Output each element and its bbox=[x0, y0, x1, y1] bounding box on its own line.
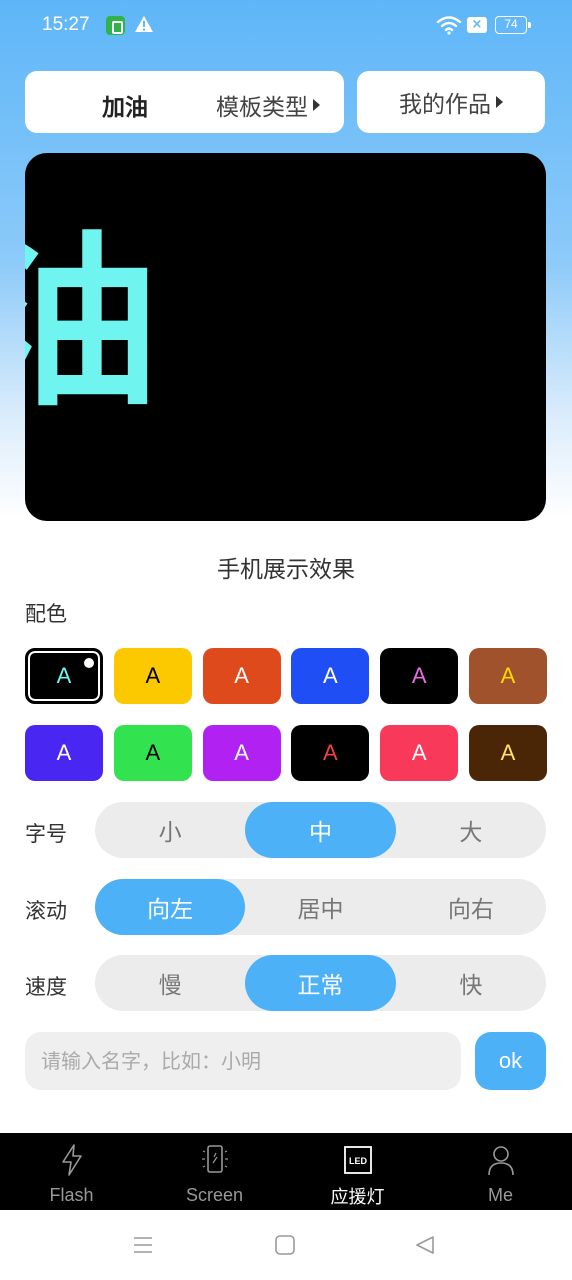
color-swatch[interactable]: A bbox=[291, 648, 370, 704]
person-icon bbox=[487, 1146, 514, 1176]
template-type-label: 模板类型 bbox=[216, 95, 308, 121]
swatch-letter: A bbox=[145, 740, 161, 765]
my-works-label: 我的作品 bbox=[399, 92, 491, 118]
phone-screen-icon bbox=[201, 1145, 228, 1173]
color-swatch[interactable]: A bbox=[380, 648, 459, 704]
nav-label-flash: Flash bbox=[49, 1185, 94, 1205]
swatch-letter: A bbox=[234, 740, 249, 765]
status-time: 15:27 bbox=[42, 14, 90, 35]
wifi-icon bbox=[436, 16, 462, 35]
led-icon-text: LED bbox=[349, 1156, 368, 1166]
scroll-option[interactable]: 向右 bbox=[396, 879, 546, 935]
swatch-letter: A bbox=[323, 740, 338, 765]
swatch-letter: A bbox=[411, 740, 427, 765]
nav-item-screen[interactable]: Screen bbox=[143, 1133, 286, 1210]
font-size-option[interactable]: 大 bbox=[396, 802, 546, 858]
nav-item-flash[interactable]: Flash bbox=[0, 1133, 143, 1210]
color-swatch[interactable]: A bbox=[25, 725, 103, 781]
preview-scrolling-text: 油 bbox=[25, 215, 160, 432]
color-swatch[interactable]: A bbox=[202, 648, 281, 704]
nav-item-me[interactable]: Me bbox=[429, 1133, 572, 1210]
font-size-label: 字号 bbox=[25, 822, 67, 846]
template-card[interactable]: 加油 模板类型 bbox=[25, 71, 344, 133]
swatch-letter: A bbox=[500, 740, 516, 765]
led-icon: LED bbox=[343, 1146, 372, 1174]
nav-item-led[interactable]: LED 应援灯 bbox=[286, 1133, 429, 1210]
scroll-selector: 向左 居中 向右 bbox=[95, 879, 546, 935]
swatch-letter: A bbox=[234, 663, 249, 688]
color-swatch[interactable]: A bbox=[291, 725, 370, 781]
system-nav-bar bbox=[0, 1210, 572, 1280]
name-input[interactable] bbox=[25, 1032, 461, 1090]
lightning-icon bbox=[61, 1144, 82, 1176]
color-swatch[interactable]: A bbox=[25, 648, 103, 704]
font-size-option[interactable]: 中 bbox=[245, 802, 396, 858]
app-notification-icon bbox=[106, 16, 125, 35]
warning-icon bbox=[135, 16, 153, 32]
color-swatch[interactable]: A bbox=[468, 725, 547, 781]
triangle-right-icon bbox=[313, 99, 320, 111]
triangle-right-icon bbox=[496, 96, 503, 108]
speed-option[interactable]: 正常 bbox=[245, 955, 396, 1011]
my-works-button[interactable]: 我的作品 bbox=[357, 71, 545, 133]
back-icon[interactable] bbox=[414, 1234, 436, 1256]
color-swatch[interactable]: A bbox=[380, 725, 459, 781]
nav-label-screen: Screen bbox=[185, 1185, 244, 1205]
speed-option[interactable]: 快 bbox=[396, 955, 546, 1011]
led-preview: 油 bbox=[25, 153, 546, 521]
preview-caption: 手机展示效果 bbox=[217, 557, 355, 583]
swatch-letter: A bbox=[411, 663, 427, 688]
home-icon[interactable] bbox=[274, 1234, 296, 1256]
swatch-letter: A bbox=[56, 663, 72, 688]
nav-label-me: Me bbox=[487, 1185, 513, 1205]
scroll-option[interactable]: 居中 bbox=[245, 879, 395, 935]
color-swatch[interactable]: A bbox=[113, 648, 192, 704]
color-swatch[interactable]: A bbox=[113, 725, 192, 781]
color-swatch-grid: A A A A A A A A A A A A bbox=[25, 648, 547, 781]
menu-icon[interactable] bbox=[132, 1234, 154, 1256]
swatch-letter: A bbox=[323, 663, 338, 688]
template-type-button[interactable]: 模板类型 bbox=[216, 88, 320, 122]
swatch-letter: A bbox=[56, 740, 72, 765]
status-bar: 15:27 × 74 bbox=[0, 0, 572, 52]
color-swatch[interactable]: A bbox=[468, 648, 547, 704]
speed-option[interactable]: 慢 bbox=[95, 955, 245, 1011]
font-size-selector: 小中大 bbox=[95, 802, 546, 858]
ok-button[interactable]: ok bbox=[475, 1032, 546, 1090]
color-swatch[interactable]: A bbox=[202, 725, 281, 781]
sim-icon: × bbox=[467, 17, 487, 33]
scroll-option[interactable]: 向左 bbox=[95, 879, 246, 935]
color-section-label: 配色 bbox=[25, 602, 67, 626]
scroll-label: 滚动 bbox=[25, 899, 67, 923]
bottom-nav: Flash Screen LED 应援灯 Me bbox=[0, 1133, 572, 1210]
font-size-option[interactable]: 小 bbox=[95, 802, 245, 858]
nav-label-led: 应援灯 bbox=[330, 1187, 385, 1207]
speed-label: 速度 bbox=[25, 975, 67, 999]
swatch-letter: A bbox=[145, 663, 161, 688]
battery-icon: 74 bbox=[495, 16, 531, 34]
speed-selector: 慢正常快 bbox=[95, 955, 546, 1011]
swatch-letter: A bbox=[500, 663, 516, 688]
selected-dot-icon bbox=[84, 658, 94, 668]
template-name: 加油 bbox=[102, 95, 148, 121]
